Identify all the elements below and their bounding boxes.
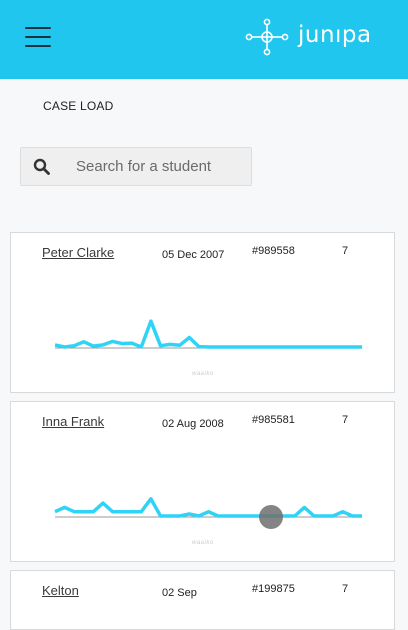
student-name-link[interactable]: Inna Frank [42, 414, 104, 429]
touch-cursor-indicator [259, 505, 283, 529]
page-title: CASE LOAD [43, 99, 114, 113]
student-dob: 02 Aug 2008 [162, 418, 224, 430]
student-grade: 7 [342, 414, 349, 426]
top-app-bar: junıpa [0, 0, 408, 79]
attendance-sparkline [54, 319, 362, 349]
student-dob: 05 Dec 2007 [162, 249, 225, 261]
student-name-link[interactable]: Kelton [42, 583, 79, 598]
student-name-link[interactable]: Peter Clarke [42, 245, 114, 260]
student-dob: 02 Sep [162, 587, 197, 599]
sparkline-series [54, 497, 362, 518]
student-grade: 7 [342, 583, 349, 595]
student-id: #199875 [252, 583, 295, 595]
network-nodes-icon [245, 18, 289, 56]
student-id: #985581 [252, 414, 295, 426]
watermark: waaiko [192, 540, 214, 546]
student-card[interactable]: Kelton 02 Sep #199875 7 [10, 570, 395, 630]
student-grade: 7 [342, 245, 349, 257]
student-card[interactable]: Peter Clarke 05 Dec 2007 #989558 7 waaik… [10, 232, 395, 393]
search-icon [33, 158, 50, 175]
sparkline-series [54, 319, 362, 349]
student-card[interactable]: Inna Frank 02 Aug 2008 #985581 7 waaiko [10, 401, 395, 562]
student-id: #989558 [252, 245, 295, 257]
watermark: waaiko [192, 371, 214, 377]
attendance-sparkline [54, 497, 362, 518]
search-box[interactable] [20, 147, 252, 186]
brand-name: junıpa [298, 22, 372, 48]
brand-logo[interactable]: junıpa [244, 17, 384, 57]
hamburger-menu-icon[interactable] [25, 25, 51, 49]
search-input[interactable] [76, 156, 244, 176]
